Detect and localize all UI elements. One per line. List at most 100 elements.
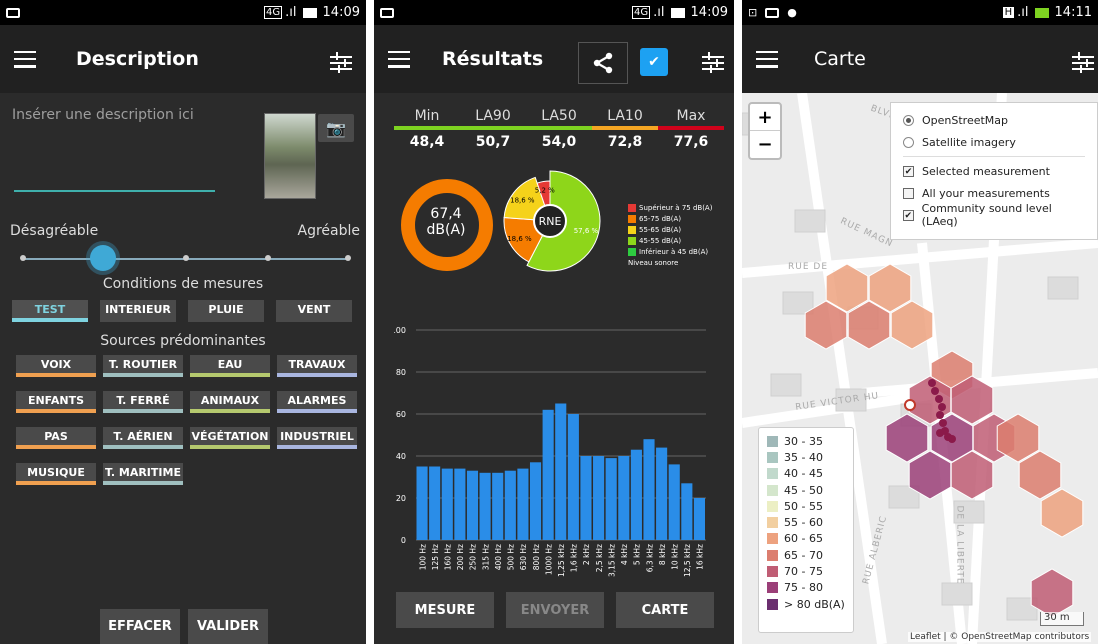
- legend-label: > 80 dB(A): [784, 597, 845, 611]
- source-chip[interactable]: ALARMES: [277, 391, 357, 413]
- description-input[interactable]: Insérer une description ici: [12, 107, 194, 123]
- status-bar: ⊡ ● H .ıl 14:11: [742, 0, 1098, 25]
- condition-chip-interieur[interactable]: INTERIEUR: [100, 300, 176, 322]
- source-chip[interactable]: MUSIQUE: [16, 463, 96, 485]
- rne-center-label: RNE: [539, 215, 562, 228]
- measurement-point[interactable]: [931, 387, 939, 395]
- base-layer-option[interactable]: Satellite imagery: [903, 131, 1085, 153]
- clear-button[interactable]: EFFACER: [100, 609, 180, 644]
- description-underline: [14, 190, 215, 192]
- source-chip[interactable]: T. ROUTIER: [103, 355, 183, 377]
- settings-sliders-icon[interactable]: [330, 52, 352, 74]
- settings-sliders-icon[interactable]: [702, 52, 724, 74]
- menu-icon[interactable]: [388, 50, 410, 68]
- menu-icon[interactable]: [14, 50, 36, 68]
- radio-icon[interactable]: [903, 136, 914, 148]
- layer-control: OpenStreetMap Satellite imagery ✔ Selected …: [890, 102, 1098, 240]
- legend-label: 70 - 75: [784, 565, 823, 579]
- legend-item: 65 - 70: [767, 547, 845, 563]
- share-button[interactable]: [578, 42, 628, 84]
- base-layer-option[interactable]: OpenStreetMap: [903, 109, 1085, 131]
- legend-label: 75 - 80: [784, 581, 823, 595]
- source-chip[interactable]: T. FERRÉ: [103, 391, 183, 413]
- slider-thumb[interactable]: [90, 245, 116, 271]
- settings-sliders-icon[interactable]: [1072, 52, 1094, 74]
- legend-swatch: [628, 226, 636, 234]
- x-tick-label: 1,6 kHz: [570, 544, 579, 572]
- validate-button[interactable]: VALIDER: [188, 609, 268, 644]
- network-label: 4G: [264, 6, 283, 19]
- map-button[interactable]: CARTE: [616, 592, 714, 628]
- x-tick-label: 315 Hz: [481, 544, 490, 570]
- source-chip[interactable]: VOIX: [16, 355, 96, 377]
- zoom-out-button[interactable]: −: [750, 131, 780, 158]
- spectrum-bar: [593, 456, 605, 540]
- building: [941, 582, 973, 606]
- rne-legend-item: Inférieur à 45 dB(A): [628, 247, 712, 258]
- measurement-point[interactable]: [935, 395, 943, 403]
- overlay-option[interactable]: ✔ Selected measurement: [903, 160, 1085, 182]
- source-chip[interactable]: T. AÉRIEN: [103, 427, 183, 449]
- condition-chip-pluie[interactable]: PLUIE: [188, 300, 264, 322]
- source-chip[interactable]: T. MARITIME: [103, 463, 183, 485]
- slider-tick: [265, 255, 271, 261]
- spectrum-bar: [479, 472, 491, 540]
- legend-item: 40 - 45: [767, 466, 845, 482]
- checkbox-checked-icon[interactable]: ✔: [903, 165, 914, 177]
- x-tick-label: 250 Hz: [469, 544, 478, 570]
- app-bar: Résultats: [374, 25, 734, 93]
- slider-tick: [345, 255, 351, 261]
- x-tick-label: 160 Hz: [444, 544, 453, 570]
- measurement-point[interactable]: [928, 379, 936, 387]
- legend-swatch: [767, 500, 778, 512]
- measurement-point[interactable]: [948, 435, 956, 443]
- source-chip[interactable]: ANIMAUX: [190, 391, 270, 413]
- y-tick-label: 60: [396, 410, 406, 419]
- source-chip[interactable]: ENFANTS: [16, 391, 96, 413]
- condition-chip-test[interactable]: TEST: [12, 300, 88, 322]
- legend-swatch: [628, 237, 636, 245]
- stat-bar: [460, 126, 526, 130]
- measurement-point[interactable]: [939, 419, 947, 427]
- stat-bar: [658, 126, 724, 130]
- checkbox-icon[interactable]: [903, 187, 914, 199]
- legend-label: 55 - 60: [784, 516, 823, 530]
- checkbox-checked-icon[interactable]: ✔: [903, 209, 914, 221]
- description-screen: 4G .ıl 14:09 Description Insérer une des…: [0, 0, 366, 644]
- rne-legend-item: Supérieur à 75 dB(A): [628, 203, 712, 214]
- source-chip[interactable]: PAS: [16, 427, 96, 449]
- legend-label: 60 - 65: [784, 532, 823, 546]
- add-photo-button[interactable]: 📷: [318, 114, 354, 142]
- selected-measurement-marker[interactable]: [904, 399, 916, 411]
- legend-label: Supérieur à 75 dB(A): [639, 204, 713, 212]
- gallery-icon: [6, 7, 20, 18]
- send-button[interactable]: ENVOYER: [506, 592, 604, 628]
- map-attribution[interactable]: Leaflet | © OpenStreetMap contributors: [908, 632, 1092, 642]
- menu-icon[interactable]: [756, 50, 778, 68]
- zoom-in-button[interactable]: +: [750, 104, 780, 131]
- photo-thumbnail[interactable]: [264, 113, 316, 199]
- twitter-icon: ✔: [648, 54, 660, 70]
- source-chip[interactable]: INDUSTRIEL: [277, 427, 357, 449]
- measurement-point[interactable]: [936, 411, 944, 419]
- radio-icon[interactable]: [903, 114, 914, 126]
- source-chip[interactable]: VÉGÉTATION: [190, 427, 270, 449]
- twitter-button[interactable]: ✔: [640, 48, 668, 76]
- measurement-point[interactable]: [936, 429, 944, 437]
- legend-item: 50 - 55: [767, 498, 845, 514]
- street-label: RUE DE: [788, 262, 829, 272]
- spectrum-bar: [441, 468, 453, 540]
- spectrum-bar: [668, 464, 680, 540]
- zoom-control: + −: [748, 102, 782, 160]
- overlay-option[interactable]: All your measurements: [903, 182, 1085, 204]
- source-chip[interactable]: EAU: [190, 355, 270, 377]
- source-chip[interactable]: TRAVAUX: [277, 355, 357, 377]
- overlay-option[interactable]: ✔ Community sound level (LAeq): [903, 202, 1085, 228]
- stat-min: Min 48,4: [394, 108, 460, 150]
- x-tick-label: 10 kHz: [670, 544, 679, 570]
- measurement-point[interactable]: [938, 403, 946, 411]
- measure-button[interactable]: MESURE: [396, 592, 494, 628]
- sound-hexagon[interactable]: [1040, 488, 1084, 538]
- condition-chip-vent[interactable]: VENT: [276, 300, 352, 322]
- spectrum-bar: [618, 456, 630, 540]
